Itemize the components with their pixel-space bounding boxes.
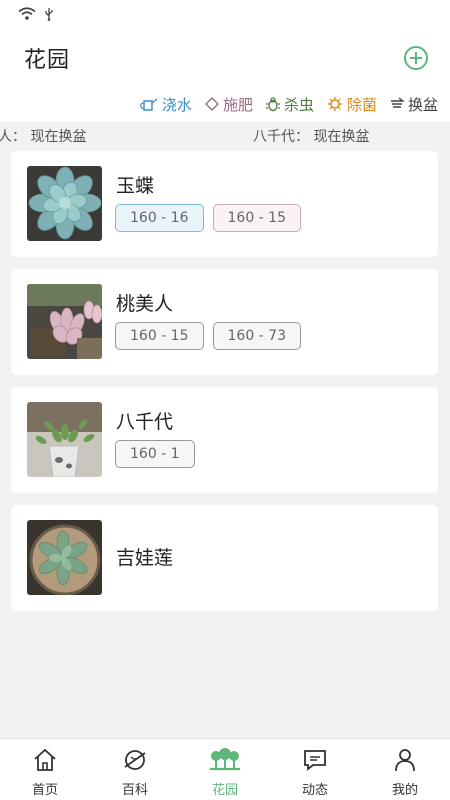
tab-encyclopedia[interactable]: 百科: [90, 739, 180, 800]
plant-tag[interactable]: 160 - 1: [115, 440, 195, 468]
status-bar: [0, 0, 450, 30]
care-fertilize-button[interactable]: 施肥: [204, 94, 253, 115]
bug-icon: [265, 96, 281, 112]
tab-label: 我的: [391, 783, 418, 798]
ticker-item: 八千代： 现在换盆: [253, 129, 370, 145]
plant-card[interactable]: 八千代 160 - 1: [11, 387, 438, 493]
bottom-tab-bar: 首页 百科 花园 动态 我的: [0, 738, 450, 800]
planet-icon: [122, 748, 148, 776]
plant-photo: [27, 402, 102, 477]
plus-circle-icon: [404, 46, 428, 70]
tab-label: 花园: [211, 783, 238, 798]
page-title: 花园: [24, 48, 71, 73]
care-fertilize-label: 施肥: [222, 95, 253, 114]
tab-garden[interactable]: 花园: [180, 739, 270, 800]
care-sterilize-button[interactable]: 除菌: [326, 94, 377, 115]
tab-feed[interactable]: 动态: [270, 739, 360, 800]
garden-icon: [208, 748, 242, 776]
tab-profile[interactable]: 我的: [360, 739, 450, 800]
tab-label: 动态: [301, 783, 328, 798]
plant-photo: [27, 284, 102, 359]
plant-tag[interactable]: 160 - 15: [212, 204, 301, 232]
germ-icon: [326, 96, 344, 112]
care-watering-button[interactable]: 浇水: [139, 94, 192, 115]
plant-photo: [27, 520, 102, 595]
plant-tags: 160 - 15 160 - 73: [115, 322, 301, 350]
fertilizer-icon: [204, 96, 220, 112]
plant-name: 吉娃莲: [116, 547, 174, 569]
ticker-item: 人： 现在换盆: [0, 129, 87, 145]
watering-can-icon: [139, 96, 159, 112]
tab-home[interactable]: 首页: [0, 739, 90, 800]
plant-photo: [27, 166, 102, 241]
tab-label: 首页: [31, 783, 58, 798]
app-header: 花园: [0, 30, 450, 86]
tab-label: 百科: [121, 783, 148, 798]
plant-card[interactable]: 桃美人 160 - 15 160 - 73: [11, 269, 438, 375]
care-watering-label: 浇水: [161, 95, 192, 114]
repot-icon: [389, 96, 405, 112]
plant-tags: 160 - 1: [115, 440, 195, 468]
plant-tags: 160 - 16 160 - 15: [115, 204, 301, 232]
home-icon: [32, 748, 58, 776]
wifi-icon: [18, 6, 36, 25]
care-insecticide-button[interactable]: 杀虫: [265, 94, 314, 115]
plant-name: 玉蝶: [116, 175, 155, 197]
care-insecticide-label: 杀虫: [283, 95, 314, 114]
care-repot-button[interactable]: 换盆: [389, 94, 438, 115]
reminder-ticker: 人： 现在换盆 八千代： 现在换盆: [0, 122, 450, 148]
care-repot-label: 换盆: [407, 95, 438, 114]
plant-card[interactable]: 吉娃莲: [11, 505, 438, 611]
plant-card[interactable]: 玉蝶 160 - 16 160 - 15: [11, 151, 438, 257]
care-sterilize-label: 除菌: [346, 95, 377, 114]
usb-icon: [44, 6, 54, 25]
plant-tag[interactable]: 160 - 15: [115, 322, 204, 350]
plant-name: 桃美人: [116, 293, 174, 315]
plant-name: 八千代: [116, 411, 174, 433]
plant-tag[interactable]: 160 - 16: [115, 204, 204, 232]
add-plant-button[interactable]: [402, 44, 430, 72]
care-action-bar: 浇水 施肥 杀虫 除菌 换盆: [0, 86, 450, 122]
chat-icon: [302, 748, 328, 776]
person-icon: [392, 748, 418, 776]
plant-tag[interactable]: 160 - 73: [212, 322, 301, 350]
